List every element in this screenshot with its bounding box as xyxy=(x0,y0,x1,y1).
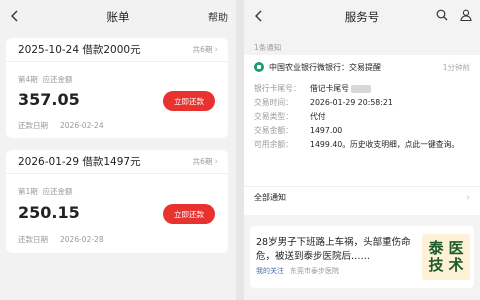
total-periods-link[interactable]: 共6期 › xyxy=(193,44,218,55)
chevron-left-icon xyxy=(255,10,262,22)
hospital-logo: 泰医 技术 xyxy=(422,234,470,280)
total-periods-link[interactable]: 共6期 › xyxy=(193,156,218,167)
notice-header: 中国农业银行微银行：交易提醒 1分钟前 xyxy=(244,55,480,79)
person-icon xyxy=(460,9,472,21)
due-date: 2026-02-28 xyxy=(60,235,104,244)
chevron-right-icon: › xyxy=(214,156,218,167)
back-button[interactable] xyxy=(6,7,24,25)
search-button[interactable] xyxy=(434,7,450,23)
nav-actions xyxy=(434,7,474,23)
due-label: 还款日期 xyxy=(18,235,48,244)
due-date-row: 还款日期 2026-02-28 xyxy=(18,234,104,245)
repay-amount: 250.15 xyxy=(18,203,80,222)
loan-card[interactable]: 2026-01-29 借款1497元 共6期 › 第1期 应还金额 250.15… xyxy=(6,150,228,253)
repay-now-button[interactable]: 立即还款 xyxy=(163,91,215,111)
unread-count: 1条通知 xyxy=(254,43,282,52)
chevron-right-icon: › xyxy=(214,44,218,55)
service-navbar: 服务号 xyxy=(244,0,480,32)
field-trade-time: 交易时间： 2026-01-29 20:58:21 xyxy=(254,98,393,107)
field-card-number: 银行卡尾号： 借记卡尾号 xyxy=(254,83,472,94)
notice-time: 1分钟前 xyxy=(442,62,470,72)
period-label: 第1期 应还金额 xyxy=(18,187,73,196)
period-label: 第4期 应还金额 xyxy=(18,75,73,84)
chevron-right-icon: › xyxy=(466,192,470,203)
help-link[interactable]: 帮助 xyxy=(208,9,228,24)
loan-title: 2025-10-24 借款2000元 xyxy=(18,44,141,56)
total-periods: 共6期 xyxy=(192,157,213,166)
bill-screen: 账单 帮助 2025-10-24 借款2000元 共6期 › 第4期 应还金额 … xyxy=(0,0,236,300)
article-headline: 28岁男子下班路上车祸，头部重伤命危，被送到泰步医院后…… xyxy=(256,237,411,262)
due-date-row: 还款日期 2026-02-24 xyxy=(18,120,104,131)
follow-label: 我的关注 xyxy=(256,267,284,275)
screen-divider xyxy=(236,0,244,300)
article-meta: 我的关注 东莞市泰步医院 xyxy=(256,266,339,276)
all-notices-link[interactable]: 全部通知 › xyxy=(244,186,480,208)
due-date: 2026-02-24 xyxy=(60,121,104,130)
total-periods: 共6期 xyxy=(192,45,213,54)
loan-card[interactable]: 2025-10-24 借款2000元 共6期 › 第4期 应还金额 357.05… xyxy=(6,38,228,138)
profile-button[interactable] xyxy=(458,7,474,23)
field-trade-amount: 交易金额： 1497.00 xyxy=(254,126,343,135)
article-card[interactable]: 28岁男子下班路上车祸，头部重伤命危，被送到泰步医院后…… 我的关注 东莞市泰步医… xyxy=(250,226,474,288)
field-balance[interactable]: 可用余额： 1499.40。历史收支明细，点此一键查询。 xyxy=(254,139,472,150)
abc-bank-logo-icon xyxy=(254,62,264,72)
article-source: 东莞市泰步医院 xyxy=(290,267,339,275)
page-title: 账单 xyxy=(106,10,130,24)
repay-amount: 357.05 xyxy=(18,90,80,109)
loan-card-header: 2026-01-29 借款1497元 共6期 › xyxy=(6,150,228,174)
all-notices-label: 全部通知 xyxy=(254,193,286,202)
repay-now-button[interactable]: 立即还款 xyxy=(163,204,215,224)
masked-value xyxy=(350,85,371,93)
service-account-screen: 服务号 1条通知 中国农业银行微银行：交易提醒 1分钟前 银行卡尾号： 借记卡尾… xyxy=(244,0,480,300)
back-button[interactable] xyxy=(250,7,268,25)
bill-navbar: 账单 帮助 xyxy=(0,0,236,32)
loan-title: 2026-01-29 借款1497元 xyxy=(18,156,141,168)
due-label: 还款日期 xyxy=(18,121,48,130)
notice-title: 中国农业银行微银行：交易提醒 xyxy=(269,62,381,72)
field-trade-type: 交易类型： 代付 xyxy=(254,112,326,121)
loan-card-header: 2025-10-24 借款2000元 共6期 › xyxy=(6,38,228,62)
chevron-left-icon xyxy=(11,10,18,22)
search-icon xyxy=(436,9,448,21)
